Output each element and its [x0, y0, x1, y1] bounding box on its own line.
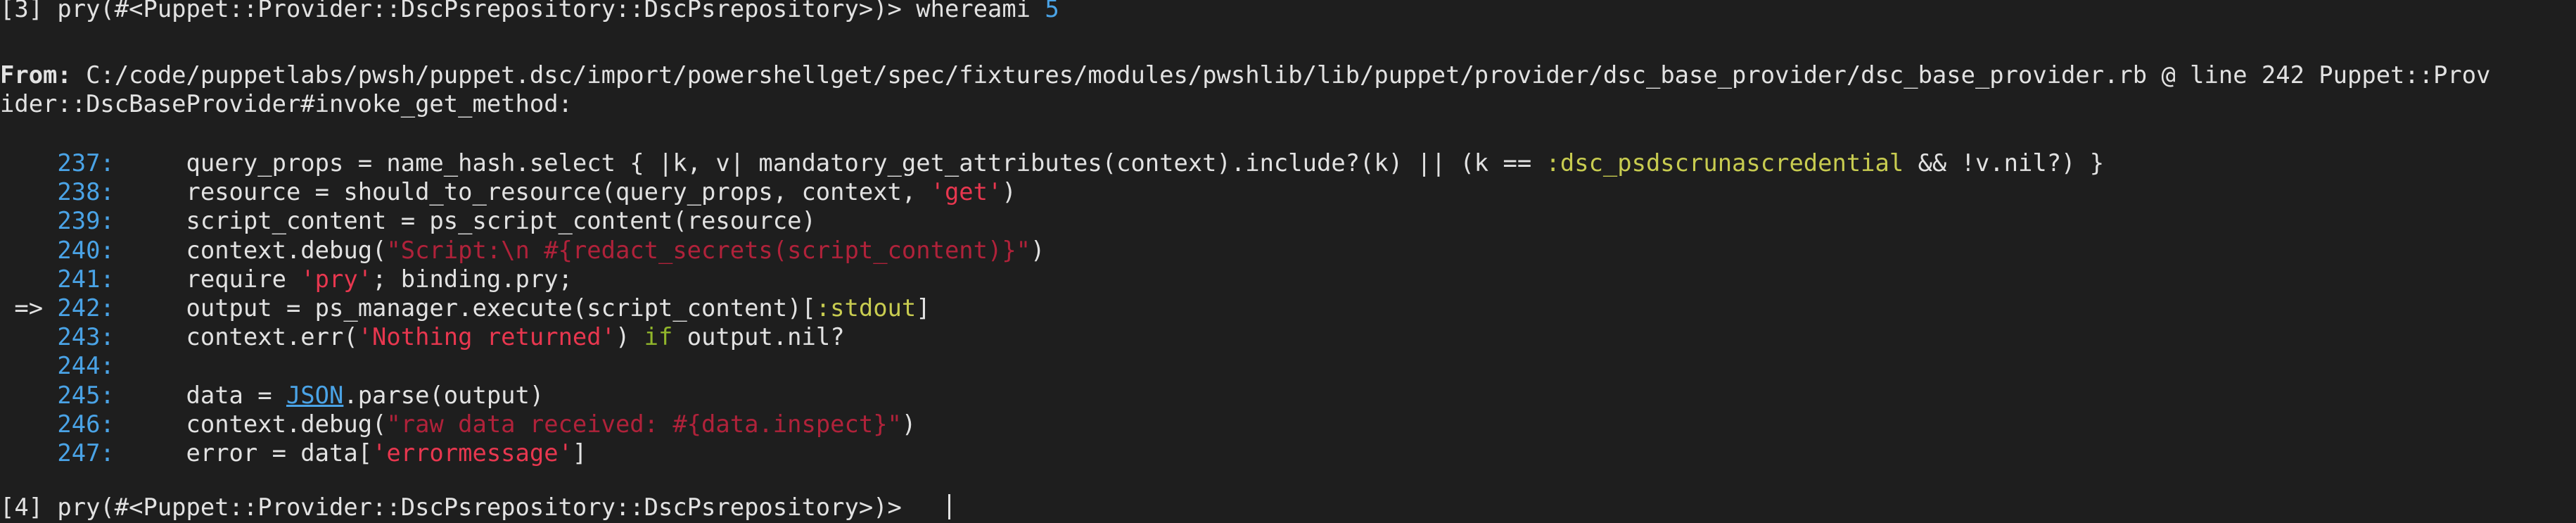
code-token: script_content = ps_script_content(resou… — [114, 207, 816, 235]
line-number: 247: — [57, 439, 115, 467]
current-line-marker — [0, 207, 57, 234]
code-token: error = data[ — [114, 439, 373, 467]
code-token: && !v.nil?) } — [1904, 149, 2105, 177]
code-token: data = — [114, 381, 286, 409]
code-token: context.debug( — [114, 410, 387, 438]
code-token: .parse(output) — [343, 381, 544, 409]
code-line: 244: — [0, 351, 115, 380]
code-constant-link[interactable]: JSON — [286, 382, 343, 409]
text-cursor — [948, 494, 950, 519]
code-token: "raw data received: #{data.inspect}" — [386, 410, 902, 438]
code-line: 240: context.debug("Script:\n #{redact_s… — [0, 236, 1045, 265]
source-header: From: C:/code/puppetlabs/pwsh/puppet.dsc… — [0, 61, 2490, 89]
code-token: require — [114, 265, 301, 293]
code-token: 'pry' — [300, 265, 373, 293]
command-text: whereami — [916, 0, 1045, 23]
line-number: 241: — [57, 265, 115, 293]
code-token: ] — [572, 439, 587, 467]
source-method: ider::DscBaseProvider#invoke_get_method: — [0, 90, 573, 118]
line-number: 242: — [57, 294, 115, 322]
code-line: 239: script_content = ps_script_content(… — [0, 206, 816, 235]
source-header-wrap: ider::DscBaseProvider#invoke_get_method: — [0, 89, 573, 118]
code-token: :stdout — [815, 294, 917, 322]
code-line: 247: error = data['errormessage'] — [0, 439, 587, 467]
previous-output-fragment — [1252, 0, 1294, 3]
current-line-marker — [0, 178, 57, 206]
code-token: ] — [916, 294, 931, 322]
code-token: context.err( — [114, 323, 358, 351]
terminal-window[interactable]: [3] pry(#<Puppet::Provider::DscPsreposit… — [0, 0, 2576, 523]
code-token: output = ps_manager.execute(script_conte… — [114, 294, 816, 322]
code-line: => 242: output = ps_manager.execute(scri… — [0, 294, 931, 322]
current-line-marker — [0, 410, 57, 438]
current-line-marker — [0, 149, 57, 177]
code-token: :dsc_psdscrunascredential — [1545, 149, 1904, 177]
from-label: From: — [0, 61, 72, 89]
code-token: query_props = name_hash.select { |k, v| … — [114, 149, 1546, 177]
code-token: ) — [1031, 236, 1045, 264]
command-arg: 5 — [1045, 0, 1059, 23]
prompt-line-4[interactable]: [4] pry(#<Puppet::Provider::DscPsreposit… — [0, 493, 916, 522]
line-number: 240: — [57, 236, 115, 264]
line-number: 239: — [57, 207, 115, 235]
current-line-marker — [0, 265, 57, 293]
code-line: 246: context.debug("raw data received: #… — [0, 410, 916, 439]
line-number: 244: — [57, 352, 115, 380]
current-line-marker — [0, 237, 57, 264]
code-token: ; binding.pry; — [372, 265, 573, 293]
code-line: 241: require 'pry'; binding.pry; — [0, 265, 573, 294]
code-token: 'errormessage' — [372, 439, 573, 467]
code-line: 243: context.err('Nothing returned') if … — [0, 322, 845, 351]
code-token: ) — [615, 323, 644, 351]
prompt-line-3: [3] pry(#<Puppet::Provider::DscPsreposit… — [0, 0, 1059, 23]
code-token: context.debug( — [114, 236, 387, 264]
code-token: "Script:\n #{redact_secrets(script_conte… — [386, 236, 1031, 264]
line-number: 238: — [57, 178, 115, 206]
prompt-text: [3] pry(#<Puppet::Provider::DscPsreposit… — [0, 0, 917, 23]
line-number: 243: — [57, 323, 115, 351]
line-number: 237: — [57, 149, 115, 177]
code-token: output.nil? — [672, 323, 845, 351]
source-path: C:/code/puppetlabs/pwsh/puppet.dsc/impor… — [71, 61, 2491, 89]
prompt-text: [4] pry(#<Puppet::Provider::DscPsreposit… — [0, 493, 917, 521]
code-line: 237: query_props = name_hash.select { |k… — [0, 149, 2104, 177]
code-line: 238: resource = should_to_resource(query… — [0, 177, 1016, 206]
code-token: ) — [1002, 178, 1016, 206]
code-token: ) — [901, 410, 917, 438]
line-number: 246: — [57, 410, 115, 438]
current-line-marker — [0, 439, 57, 467]
code-token: resource = should_to_resource(query_prop… — [114, 178, 931, 206]
code-token: 'Nothing returned' — [357, 323, 616, 351]
current-line-marker — [0, 323, 57, 351]
current-line-marker — [0, 382, 57, 409]
current-line-marker: => — [0, 294, 58, 322]
code-line: 245: data = JSON.parse(output) — [0, 381, 544, 410]
line-number: 245: — [57, 381, 115, 409]
code-token: if — [644, 323, 673, 351]
current-line-marker — [0, 352, 57, 379]
code-token: 'get' — [930, 178, 1002, 206]
